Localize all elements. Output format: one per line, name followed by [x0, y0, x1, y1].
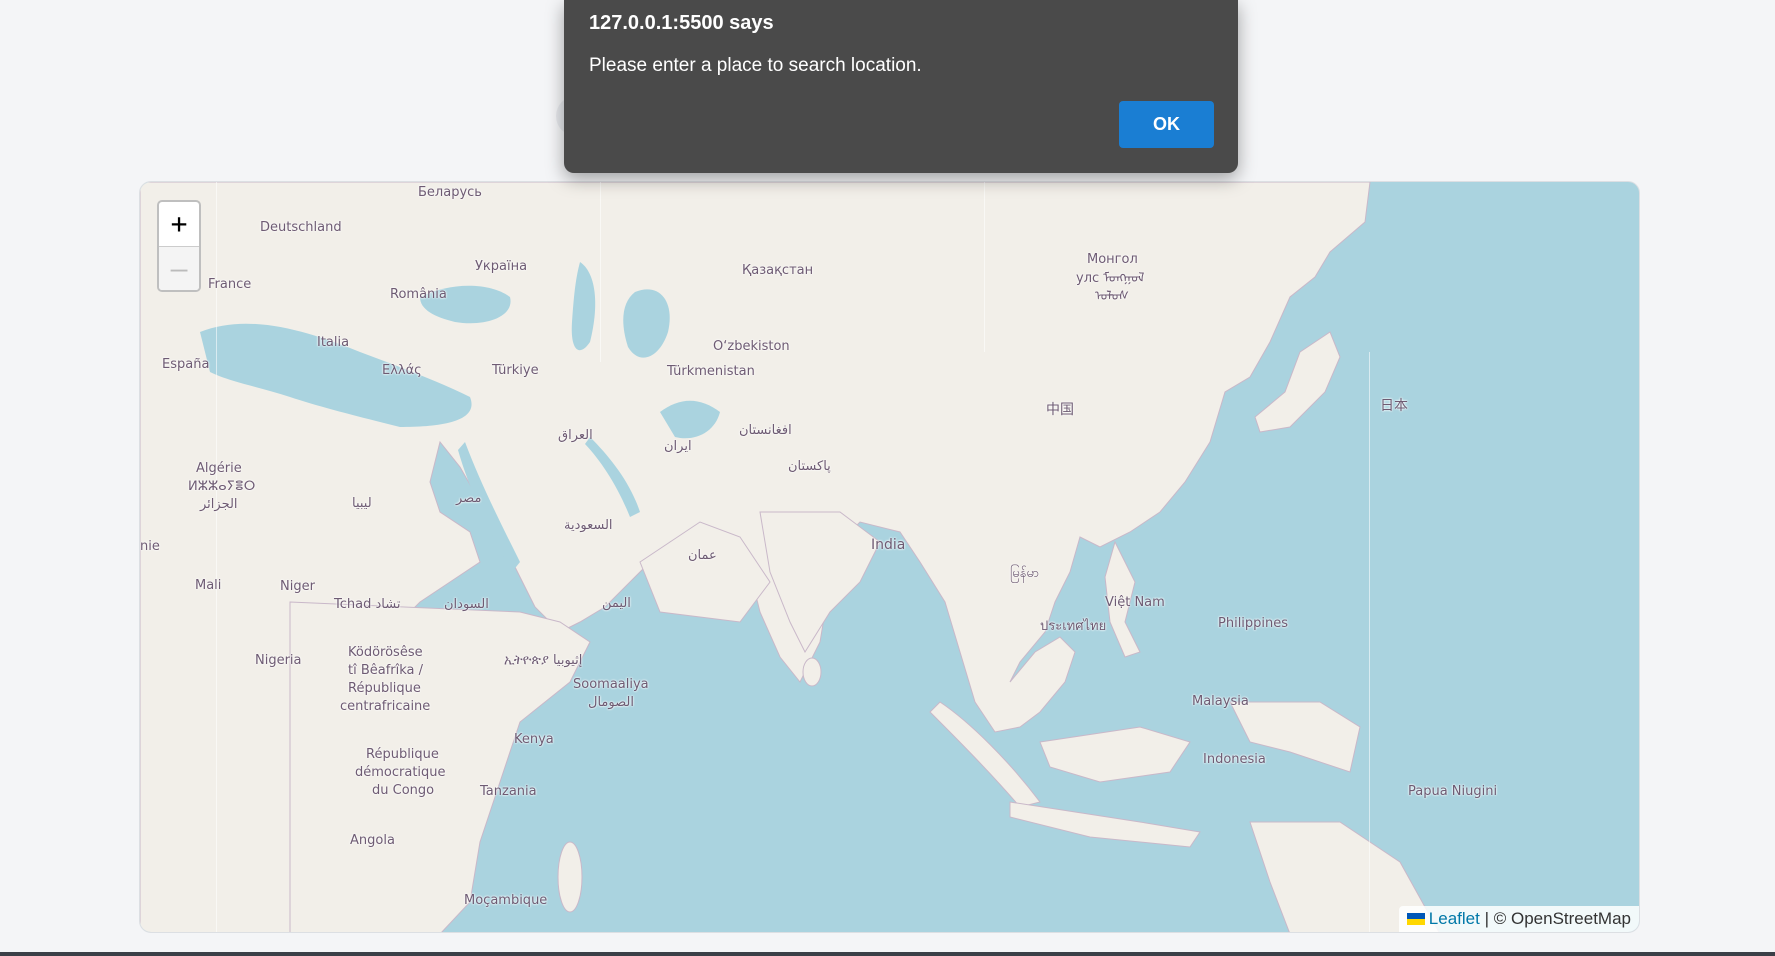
tile-seam	[984, 182, 985, 352]
map-label-vietnam: Việt Nam	[1105, 595, 1165, 610]
map-label-ellada: Ελλάς	[382, 363, 422, 378]
map-label-algeria-1: Algérie	[196, 461, 242, 476]
ukraine-flag-icon	[1406, 913, 1425, 925]
map-label-romania: România	[390, 287, 447, 302]
map-label-uzbekistan: O‘zbekiston	[713, 339, 790, 354]
map-label-yemen: اليمن	[602, 596, 631, 611]
zoom-out-button[interactable]: —	[159, 246, 199, 290]
map-label-espana: España	[162, 357, 210, 372]
map-label-car-4: centrafricaine	[340, 699, 431, 714]
map-label-iran: ایران	[664, 439, 692, 454]
map-label-mongolia-3: ᠤᠯᠤᠰ	[1095, 289, 1129, 304]
map-label-mongolia-1: Монгол	[1087, 252, 1138, 267]
dialog-title: 127.0.0.1:5500 says	[589, 12, 774, 34]
map-label-png: Papua Niugini	[1408, 784, 1498, 799]
tile-seam	[1369, 352, 1370, 932]
tile-seam	[600, 182, 601, 362]
map-label-drc-1: République	[366, 747, 439, 762]
map-label-philippines: Philippines	[1218, 616, 1289, 631]
map-label-italia: Italia	[317, 335, 350, 350]
map-container[interactable]: Беларусь Deutschland Україна France Româ…	[139, 181, 1640, 933]
map-label-niger: Niger	[280, 579, 315, 594]
map-label-algeria-3: الجزائر	[200, 497, 238, 512]
tile-seam	[216, 182, 217, 932]
map-land-layer	[140, 182, 1440, 932]
zoom-in-button[interactable]: +	[159, 202, 199, 246]
map-attribution: Leaflet | © OpenStreetMap	[1398, 906, 1639, 932]
map-label-malaysia: Malaysia	[1192, 694, 1249, 709]
map-label-drc-2: démocratique	[355, 765, 446, 780]
map-label-deutschland: Deutschland	[260, 220, 342, 235]
bottom-bar	[0, 952, 1775, 956]
attribution-separator: |	[1484, 909, 1489, 928]
map-label-turkiye: Türkiye	[492, 363, 539, 378]
map-label-drc-3: du Congo	[372, 783, 435, 798]
map-label-belarus: Беларусь	[418, 185, 482, 200]
ok-button[interactable]: OK	[1119, 101, 1214, 148]
leaflet-link[interactable]: Leaflet	[1429, 909, 1480, 928]
map-label-turkmenistan: Türkmenistan	[667, 364, 755, 379]
map-label-mali: Mali	[195, 578, 222, 593]
map-label-mozambique: Moçambique	[464, 893, 548, 908]
map-label-somalia-2: الصومال	[588, 695, 634, 710]
map-label-japan: 日本	[1380, 398, 1408, 414]
map-label-somalia-1: Soomaaliya	[573, 677, 649, 692]
alert-dialog: 127.0.0.1:5500 says Please enter a place…	[564, 0, 1238, 173]
osm-attribution: © OpenStreetMap	[1493, 909, 1631, 928]
map-label-myanmar: မြန်မာ	[1010, 566, 1040, 581]
map-label-mauritanie: nie	[140, 539, 160, 554]
map-label-china: 中国	[1046, 402, 1074, 418]
dialog-message: Please enter a place to search location.	[589, 55, 922, 76]
map-label-mongolia-2: улс ᠮᠣᠩᠭᠣᠯ	[1076, 271, 1145, 286]
map-label-angola: Angola	[350, 833, 395, 848]
map-label-car-3: République	[348, 681, 421, 696]
map-label-oman: عمان	[688, 548, 717, 563]
zoom-control: + —	[157, 200, 201, 292]
map-label-tchad: Tchad تشاد	[334, 597, 401, 612]
map-label-saudi: السعودية	[564, 518, 613, 533]
map-label-kazakhstan: Қазақстан	[742, 263, 814, 278]
map-label-pakistan: پاکستان	[788, 459, 831, 474]
map-label-egypt: مصر	[456, 491, 482, 506]
map-label-kenya: Kenya	[514, 732, 554, 747]
map-label-ukraina: Україна	[475, 259, 528, 274]
map-label-tanzania: Tanzania	[480, 784, 537, 799]
map-label-indonesia: Indonesia	[1203, 752, 1266, 767]
map-label-algeria-2: ⵍⵣⵣⴰⵢⴻⵔ	[188, 479, 256, 494]
map-label-france: France	[208, 277, 252, 292]
map-label-iraq: العراق	[558, 428, 593, 443]
map-label-car-1: Ködörösêse	[348, 645, 423, 660]
map-label-sudan: السودان	[444, 597, 489, 612]
map-label-nigeria: Nigeria	[255, 653, 302, 668]
map-label-ethiopia: ኢትዮጵያ إثيوبيا	[504, 653, 583, 668]
map-label-afghanistan: افغانستان	[739, 423, 792, 438]
map-label-thailand: ประเทศไทย	[1040, 619, 1107, 634]
map-label-car-2: tî Bêafrîka /	[348, 663, 424, 678]
page: Беларусь Deutschland Україна France Româ…	[0, 0, 1775, 956]
map-label-india: India	[871, 537, 906, 553]
map-label-libya: ليبيا	[352, 496, 372, 511]
